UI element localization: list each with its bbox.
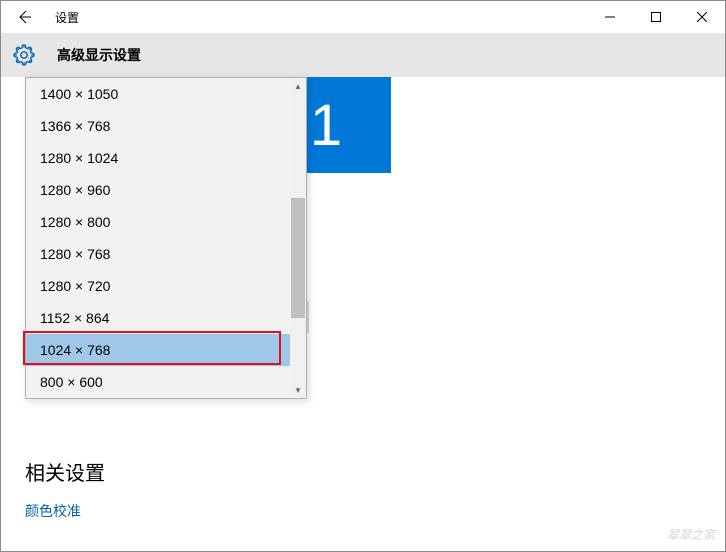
- watermark: 翠翠之家: [667, 526, 715, 543]
- scrollbar-down-icon[interactable]: ▾: [290, 382, 306, 398]
- resolution-option[interactable]: 1280 × 800: [26, 206, 306, 238]
- resolution-option[interactable]: 1280 × 1024: [26, 142, 306, 174]
- back-button[interactable]: [1, 1, 47, 33]
- resolution-option[interactable]: 1280 × 960: [26, 174, 306, 206]
- resolution-option[interactable]: 1024 × 768: [26, 334, 306, 366]
- page-header: 高级显示设置: [1, 33, 725, 77]
- resolution-option[interactable]: 1152 × 864: [26, 302, 306, 334]
- titlebar: 设置: [1, 1, 725, 33]
- page-title: 高级显示设置: [57, 45, 141, 65]
- back-arrow-icon: [16, 9, 32, 25]
- maximize-button[interactable]: [633, 1, 679, 33]
- resolution-dropdown: 1400 × 10501366 × 7681280 × 10241280 × 9…: [25, 77, 307, 399]
- resolution-option[interactable]: 1280 × 768: [26, 238, 306, 270]
- resolution-option[interactable]: 1366 × 768: [26, 110, 306, 142]
- scrollbar-up-icon[interactable]: ▴: [290, 78, 306, 94]
- minimize-button[interactable]: [587, 1, 633, 33]
- resolution-option[interactable]: 800 × 600: [26, 366, 306, 398]
- scrollbar-thumb[interactable]: [291, 198, 305, 318]
- related-settings-heading: 相关设置: [25, 457, 105, 486]
- resolution-option[interactable]: 1400 × 1050: [26, 78, 306, 110]
- resolution-option[interactable]: 1280 × 720: [26, 270, 306, 302]
- gear-icon: [13, 44, 35, 66]
- maximize-icon: [651, 12, 661, 22]
- window-title: 设置: [55, 9, 79, 26]
- content-area: 1 1400 × 10501366 × 7681280 × 10241280 ×…: [1, 77, 725, 551]
- monitor-number: 1: [310, 92, 342, 159]
- scrollbar[interactable]: ▴ ▾: [290, 78, 306, 398]
- window-controls: [587, 1, 725, 33]
- close-button[interactable]: [679, 1, 725, 33]
- close-icon: [697, 12, 707, 22]
- color-calibration-link[interactable]: 颜色校准: [25, 501, 81, 521]
- minimize-icon: [605, 12, 615, 22]
